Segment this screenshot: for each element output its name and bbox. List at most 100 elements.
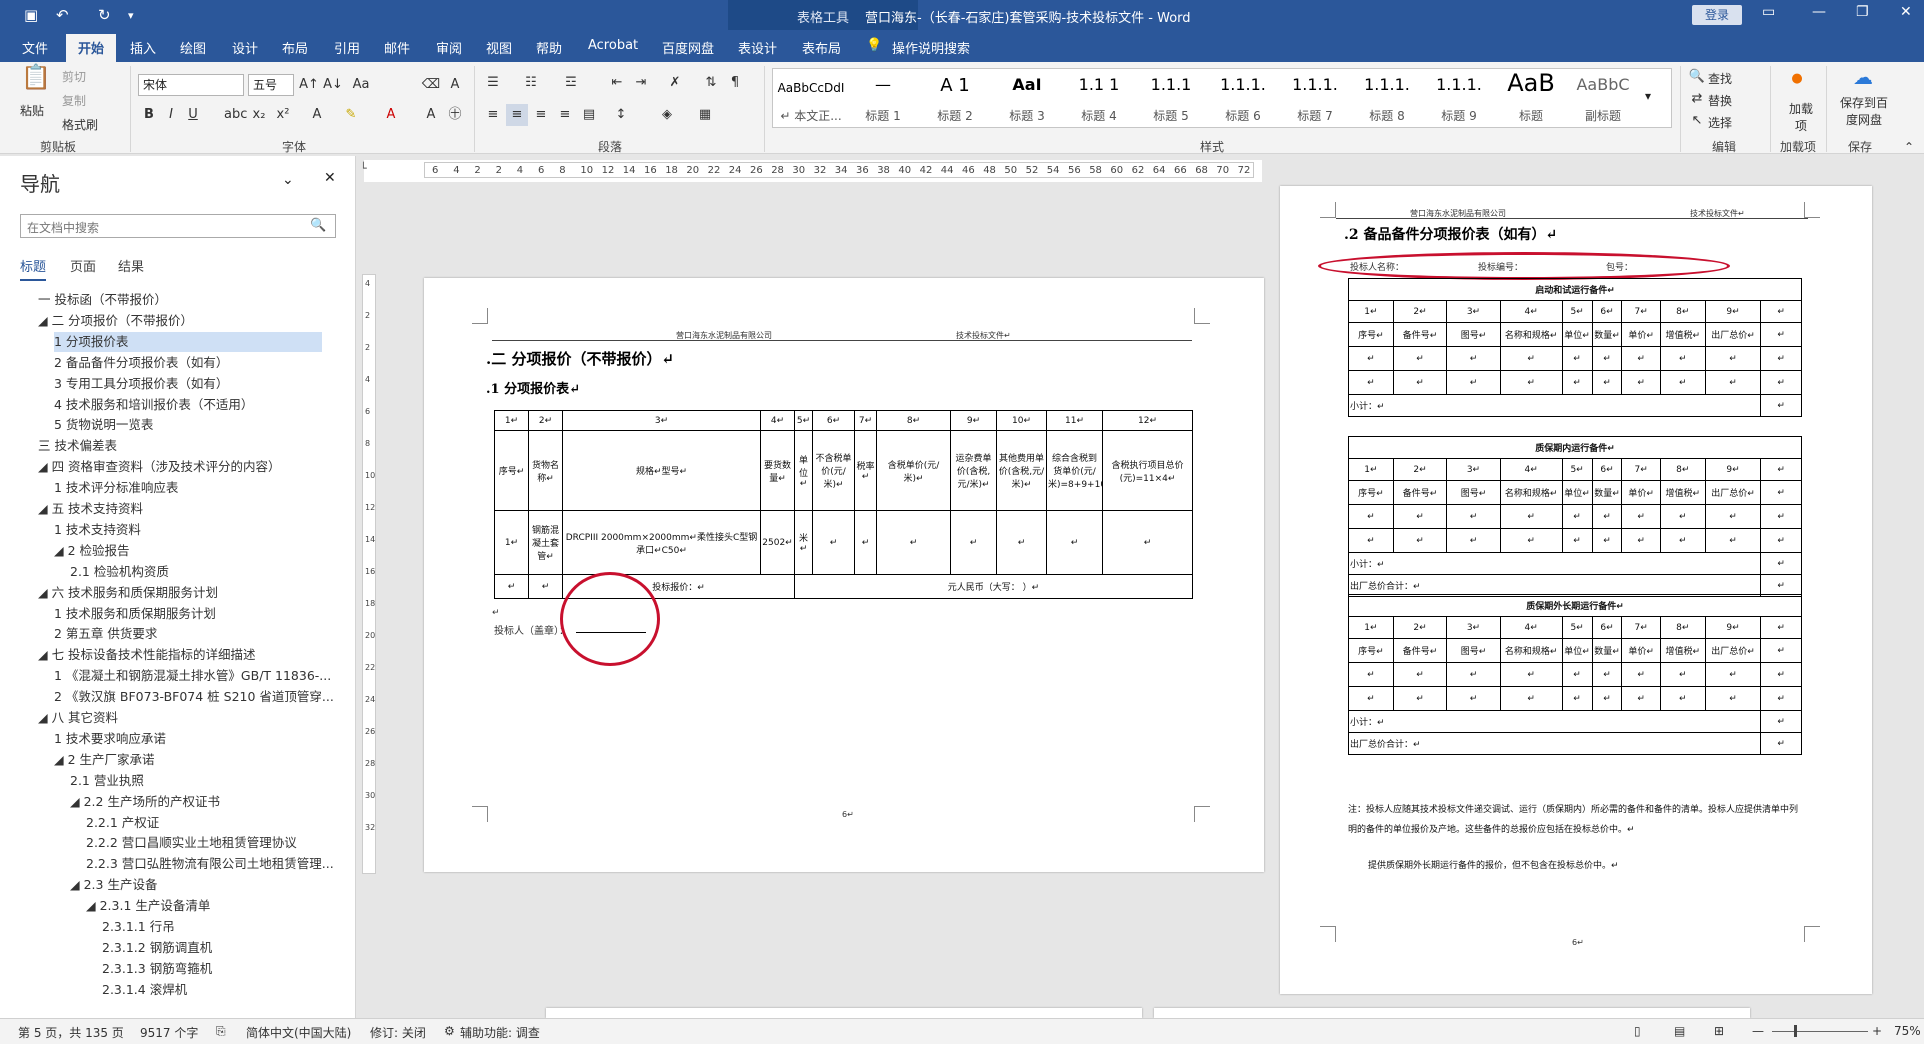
nav-heading-item[interactable]: 1 技术服务和质保期服务计划 — [54, 604, 354, 624]
table-cell[interactable]: ↵ — [1621, 686, 1661, 711]
table-cell[interactable]: ↵ — [1591, 686, 1623, 711]
table-header-cell[interactable]: 增值税↵ — [1659, 480, 1706, 505]
nav-heading-item[interactable]: 4 技术服务和培训报价表（不适用） — [54, 395, 354, 415]
table-cell[interactable]: ↵ — [1348, 662, 1394, 687]
strikethrough-icon[interactable]: abc — [224, 104, 247, 126]
nav-heading-item[interactable]: 三 技术偏差表 — [38, 436, 338, 456]
table-cell[interactable]: ↵ — [1760, 300, 1802, 323]
tab-selector-icon[interactable]: └ — [360, 162, 367, 175]
accessibility[interactable]: 辅助功能: 调查 — [460, 1024, 540, 1041]
style-heading-1[interactable]: — 标题 1 — [847, 69, 919, 127]
table-header-cell[interactable]: 备件号↵ — [1392, 638, 1448, 663]
table-cell[interactable]: ↵ — [1760, 480, 1802, 505]
nav-heading-item[interactable]: ◢ 七 投标设备技术性能指标的详细描述 — [38, 645, 338, 665]
align-left-icon[interactable]: ≡ — [482, 104, 504, 126]
nav-heading-item[interactable]: 2.3.1.4 滚焊机 — [102, 980, 402, 1000]
decrease-indent-icon[interactable]: ⇤ — [606, 72, 628, 94]
table-cell[interactable]: 3↵ — [1446, 300, 1501, 323]
word-count[interactable]: 9517 个字 — [140, 1024, 198, 1041]
table-header-cell[interactable]: 货物名称↵ — [528, 430, 563, 511]
bullets-icon[interactable]: ☰ — [482, 72, 504, 94]
table-cell[interactable]: 6↵ — [812, 410, 855, 431]
table-cell[interactable]: ↵ — [1760, 528, 1802, 553]
table-cell[interactable]: ↵ — [950, 510, 997, 575]
char-border-icon[interactable]: A — [444, 74, 466, 96]
style-heading-6[interactable]: 1.1.1. 标题 6 — [1207, 69, 1279, 127]
table-cell[interactable]: ↵ — [1591, 528, 1623, 553]
table-cell[interactable]: ↵ — [1659, 504, 1706, 529]
table-cell[interactable]: ↵ — [1760, 394, 1802, 417]
table-header-cell[interactable]: 单价↵ — [1621, 480, 1661, 505]
table-cell[interactable]: 12↵ — [1102, 410, 1193, 431]
table-cell[interactable]: 7↵ — [1621, 458, 1661, 481]
tell-me-search[interactable]: 操作说明搜索 — [892, 38, 970, 57]
table-header-cell[interactable]: 其他费用单价(含税,元/米)↵ — [996, 430, 1047, 511]
login-button[interactable]: 登录 — [1692, 5, 1742, 25]
table-header-cell[interactable]: 税率↵ — [854, 430, 877, 511]
table-cell[interactable]: 5↵ — [1561, 616, 1593, 639]
horizontal-ruler[interactable]: └ 6 4 2 2 4 6 8 10 12 14 16 18 20 22 24 26 28 30 32 34 36 38 4… — [360, 160, 1262, 182]
increase-indent-icon[interactable]: ⇥ — [630, 72, 652, 94]
table-header-cell[interactable]: 序号↵ — [1348, 480, 1394, 505]
table-header-cell[interactable]: 图号↵ — [1446, 480, 1501, 505]
sort-icon[interactable]: ⇅ — [700, 72, 722, 94]
table-cell[interactable]: ↵ — [1102, 510, 1193, 575]
style-title[interactable]: AaB 标题 — [1495, 69, 1567, 127]
nav-options-icon[interactable]: ⌄ — [282, 172, 294, 188]
save-to-baidu-button[interactable]: 保存到百度网盘 — [1836, 94, 1892, 128]
align-right-icon[interactable]: ≡ — [530, 104, 552, 126]
nav-heading-item[interactable]: ◢ 2.3.1 生产设备清单 — [86, 896, 386, 916]
track-changes[interactable]: 修订: 关闭 — [370, 1024, 426, 1041]
subscript-icon[interactable]: x₂ — [248, 104, 270, 126]
grow-font-icon[interactable]: A↑ — [298, 74, 320, 96]
table-cell[interactable]: 1↵ — [1348, 616, 1394, 639]
section-title[interactable]: 启动和试运行备件↵ — [1348, 278, 1802, 301]
cut-button[interactable]: 剪切 — [62, 68, 86, 85]
table-cell[interactable]: ↵ — [1704, 504, 1762, 529]
highlight-icon[interactable]: ✎ — [340, 104, 362, 126]
table-header-cell[interactable]: 图号↵ — [1446, 322, 1501, 347]
table-cell[interactable]: 2↵ — [1392, 458, 1448, 481]
table-cell[interactable]: ↵ — [1446, 346, 1501, 371]
table-cell[interactable]: ↵ — [1704, 528, 1762, 553]
table-cell[interactable]: ↵ — [1591, 370, 1623, 395]
read-mode-icon[interactable]: ▯ — [1634, 1024, 1641, 1038]
nav-heading-item[interactable]: 2.3.1.2 钢筋调直机 — [102, 938, 402, 958]
table-cell[interactable]: ↵ — [1348, 346, 1394, 371]
table-header-cell[interactable]: 单位↵ — [1561, 322, 1593, 347]
format-painter-button[interactable]: 格式刷 — [62, 116, 98, 133]
table-cell[interactable]: ↵ — [1392, 370, 1448, 395]
section-heading[interactable]: .2 备品备件分项报价表（如有）↵ — [1344, 224, 1557, 244]
table-cell[interactable]: 1↵ — [494, 510, 529, 575]
table-header-cell[interactable]: 数量↵ — [1591, 480, 1623, 505]
section-title[interactable]: 质保期外长期运行备件↵ — [1348, 594, 1802, 617]
table-cell[interactable]: ↵ — [1760, 370, 1802, 395]
zoom-slider-thumb[interactable] — [1794, 1025, 1797, 1037]
tab-references[interactable]: 引用 — [334, 38, 360, 57]
close-icon[interactable]: ✕ — [1900, 4, 1912, 20]
nav-heading-item[interactable]: ◢ 2 检验报告 — [54, 541, 354, 561]
nav-heading-item[interactable]: ◢ 六 技术服务和质保期服务计划 — [38, 583, 338, 603]
table-cell[interactable]: 10↵ — [996, 410, 1047, 431]
nav-heading-item[interactable]: ◢ 2.3 生产设备 — [70, 875, 370, 895]
table-cell[interactable]: ↵ — [1561, 504, 1593, 529]
price-table[interactable]: 1↵ 2↵ 3↵ 4↵ 5↵ 6↵ 7↵ 8↵ 9↵ 10↵ 11↵ 12↵ 序号↵ 货物名称↵ 规格↵型… — [494, 410, 1193, 599]
table-cell[interactable]: ↵ — [1499, 370, 1563, 395]
table-cell[interactable]: ↵ — [1621, 528, 1661, 553]
search-icon[interactable]: 🔍 — [310, 218, 326, 233]
table-cell[interactable]: 米↵ — [794, 510, 813, 575]
bid-price-value[interactable]: 元人民币（大写： ）↵ — [794, 574, 1193, 599]
italic-icon[interactable]: I — [160, 104, 182, 126]
table-header-cell[interactable]: 含税执行项目总价(元)=11×4↵ — [1102, 430, 1193, 511]
table-cell[interactable]: 9↵ — [1704, 616, 1762, 639]
table-cell[interactable]: ↵ — [1392, 504, 1448, 529]
total-label[interactable]: 出厂总价合计：↵ — [1347, 732, 1762, 755]
char-shading-icon[interactable]: A — [420, 104, 442, 126]
table-cell[interactable]: 1↵ — [1348, 300, 1394, 323]
nav-heading-item[interactable]: ◢ 二 分项报价（不带报价） — [38, 311, 338, 331]
table-cell[interactable]: ↵ — [1760, 552, 1802, 575]
distributed-icon[interactable]: ▤ — [578, 104, 600, 126]
font-size-combo[interactable]: 五号 — [248, 74, 294, 96]
nav-heading-item[interactable]: 2 《敦汉旗 BF073-BF074 桩 S210 省道顶管穿... — [54, 687, 354, 707]
style-heading-8[interactable]: 1.1.1. 标题 8 — [1351, 69, 1423, 127]
